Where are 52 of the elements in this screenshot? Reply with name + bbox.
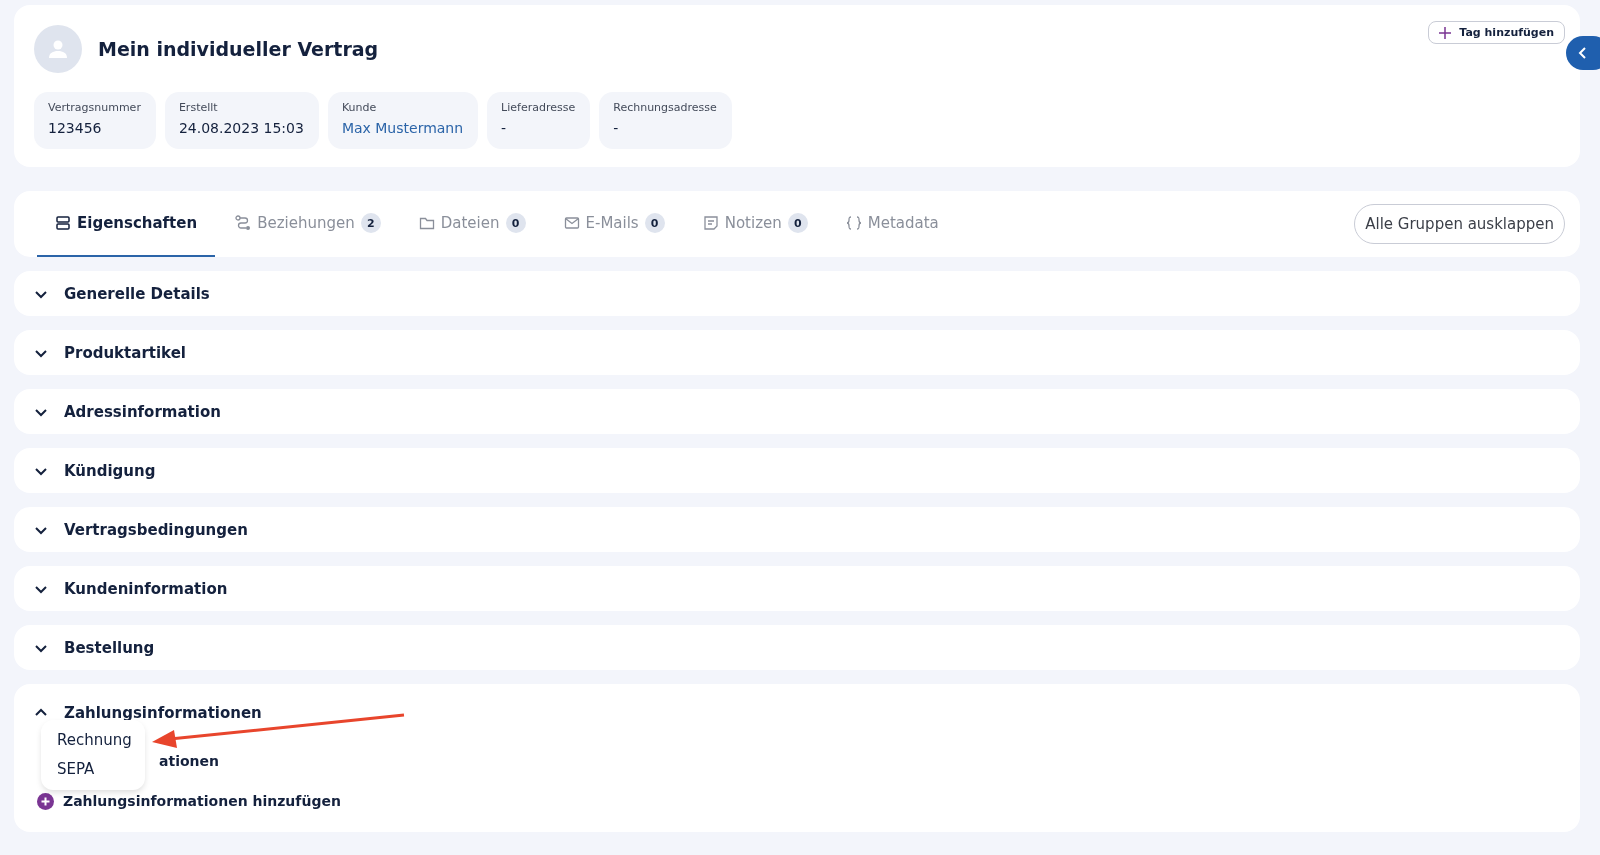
group-title[interactable]: Kundeninformation xyxy=(64,579,228,598)
field-label: Lieferadresse xyxy=(501,101,576,114)
menu-item[interactable]: Rechnung xyxy=(41,726,145,755)
group-title[interactable]: Generelle Details xyxy=(64,284,210,303)
contract-title: Mein individueller Vertrag xyxy=(98,38,379,60)
count-badge: 0 xyxy=(505,213,526,233)
section-label: ationen xyxy=(159,752,219,769)
note-icon xyxy=(702,215,719,231)
tab[interactable]: E-Mails 0 xyxy=(545,191,683,257)
count-badge: 2 xyxy=(360,213,381,233)
collapse-panel-button[interactable] xyxy=(1566,36,1600,70)
field-label: Kunde xyxy=(341,101,378,114)
group-panel[interactable]: Adressinformation xyxy=(14,389,1580,434)
tab[interactable]: Notizen 0 xyxy=(684,191,826,257)
plus-icon xyxy=(1439,26,1452,39)
group-title[interactable]: Produktartikel xyxy=(64,343,186,362)
group-title[interactable]: Zahlungsinformationen xyxy=(64,703,262,722)
group-panel[interactable]: Generelle Details xyxy=(14,271,1580,316)
add-payment-button[interactable]: Zahlungsinformationen hinzufügen xyxy=(34,792,1560,810)
tab[interactable]: Beziehungen 2 xyxy=(217,191,399,257)
group-panel[interactable]: Kundeninformation xyxy=(14,566,1580,611)
field-value: 24.08.2023 15:03 xyxy=(178,120,304,136)
field-value: 123456 xyxy=(48,120,103,136)
field-label: Vertragsnummer xyxy=(48,101,141,114)
group-panel[interactable]: Produktartikel xyxy=(14,330,1580,375)
field-value: - xyxy=(501,120,508,136)
avatar-icon xyxy=(34,25,82,73)
mail-icon xyxy=(563,215,580,231)
field-value: - xyxy=(613,120,620,136)
route-icon xyxy=(235,215,252,231)
group-title[interactable]: Bestellung xyxy=(64,638,155,657)
group-panel[interactable]: Vertragsbedingungen xyxy=(14,507,1580,552)
tab[interactable]: Eigenschaften xyxy=(37,191,216,257)
expand-all-button[interactable]: Alle Gruppen ausklappen xyxy=(1354,204,1565,244)
plus-circle-icon xyxy=(37,792,54,810)
folder-icon xyxy=(418,215,435,231)
customer-link[interactable]: Max Mustermann xyxy=(341,120,464,136)
braces-icon xyxy=(845,215,862,231)
group-panel[interactable]: Kündigung xyxy=(14,448,1580,493)
chevron-left-icon xyxy=(1578,47,1588,59)
add-tag-button[interactable]: Tag hinzufügen xyxy=(1428,21,1565,44)
count-badge: 0 xyxy=(787,213,808,233)
field-label: Erstellt xyxy=(178,101,219,114)
tab[interactable]: Dateien 0 xyxy=(400,191,544,257)
menu-item[interactable]: SEPA xyxy=(41,755,145,784)
rows-icon xyxy=(55,215,71,231)
field-label: Rechnungsadresse xyxy=(613,101,717,114)
group-title[interactable]: Kündigung xyxy=(64,461,156,480)
group-panel[interactable]: Bestellung xyxy=(14,625,1580,670)
group-title[interactable]: Adressinformation xyxy=(64,402,221,421)
count-badge: 0 xyxy=(644,213,665,233)
group-title[interactable]: Vertragsbedingungen xyxy=(64,520,248,539)
